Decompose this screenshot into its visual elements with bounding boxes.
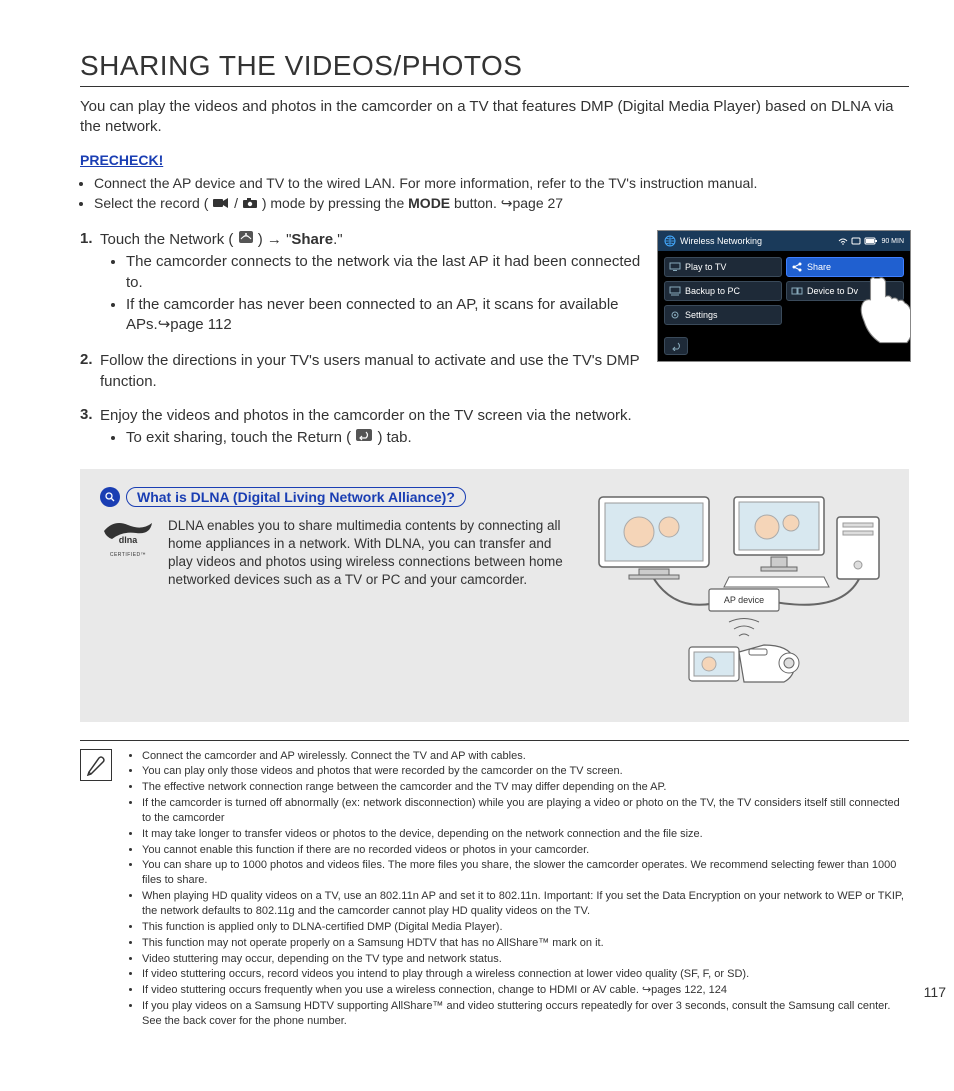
video-icon [212,195,230,214]
note-item: This function may not operate properly o… [142,936,909,951]
step-2: 2. Follow the directions in your TV's us… [80,351,645,392]
status-icons: 90 MIN [838,237,904,245]
dlna-description: DLNA enables you to share multimedia con… [168,517,569,590]
step-bullet: To exit sharing, touch the Return ( ) ta… [126,428,909,448]
menu-play-to-tv[interactable]: Play to TV [664,257,782,277]
back-button[interactable] [664,337,688,355]
note-item: The effective network connection range b… [142,780,909,795]
step-bullet: The camcorder connects to the network vi… [126,252,645,293]
text: To exit sharing, touch the Return ( [126,429,351,446]
note-item: If video stuttering occurs, record video… [142,967,909,982]
precheck-heading: PRECHECK! [80,152,909,168]
text: ) → " [258,231,292,248]
network-icon [238,230,254,250]
tv-icon [669,262,681,272]
text: button. [454,195,501,211]
pc-icon [669,286,681,296]
dlna-info-box: What is DLNA (Digital Living Network All… [80,469,909,722]
note-item: You cannot enable this function if there… [142,843,909,858]
notes-list: Connect the camcorder and AP wirelessly.… [126,749,909,1030]
step-number: 3. [80,406,100,451]
text: ." [333,231,343,248]
dlna-callout-title: What is DLNA (Digital Living Network All… [126,487,466,507]
text: ) tab. [377,429,411,446]
precheck-item: Connect the AP device and TV to the wire… [94,174,909,193]
share-icon [791,262,803,272]
screen-title: Wireless Networking [680,236,762,246]
step-1: 1. Touch the Network ( ) → "Share." The … [80,230,645,337]
text: ) mode by pressing the [262,195,408,211]
page-ref: page 27 [512,195,563,211]
page-number: 117 [924,984,946,1000]
intro-text: You can play the videos and photos in th… [80,97,909,138]
step-bullet: If the camcorder has never been connecte… [126,295,645,336]
magnifier-icon [100,487,120,507]
mode-label: MODE [408,195,450,211]
label: Settings [685,310,718,320]
precheck-item: Select the record ( / ) mode by pressing… [94,194,909,214]
page-title: SHARING THE VIDEOS/PHOTOS [80,50,909,82]
label: Play to TV [685,262,726,272]
note-item: When playing HD quality videos on a TV, … [142,889,909,919]
title-rule [80,86,909,87]
notes-section: Connect the camcorder and AP wirelessly.… [80,740,909,1030]
globe-icon [664,235,676,247]
battery-icon [864,237,878,245]
return-tab-icon [355,428,373,448]
precheck-list: Connect the AP device and TV to the wire… [80,174,909,215]
sd-icon [851,237,861,245]
return-icon [670,341,682,351]
note-item: If video stuttering occurs frequently wh… [142,983,909,998]
share-label: Share [291,231,333,248]
dlna-logo: dlna CERTIFIED™ [100,517,156,558]
note-item: This function is applied only to DLNA-ce… [142,920,909,935]
note-item: It may take longer to transfer videos or… [142,827,909,842]
screen-header: Wireless Networking 90 MIN [658,231,910,251]
note-item: If you play videos on a Samsung HDTV sup… [142,999,909,1029]
menu-share[interactable]: Share [786,257,904,277]
menu-backup[interactable]: Backup to PC [664,281,782,301]
note-item: Video stuttering may occur, depending on… [142,952,909,967]
step-3: 3. Enjoy the videos and photos in the ca… [80,406,909,451]
note-icon [80,749,112,781]
gear-icon [669,310,681,320]
note-item: If the camcorder is turned off abnormall… [142,796,909,826]
label: Device to Dv [807,286,858,296]
note-item: You can play only those videos and photo… [142,764,909,779]
menu-device[interactable]: Device to Dv [786,281,904,301]
text: Select the record ( [94,195,208,211]
camcorder-screen-thumbnail: Wireless Networking 90 MIN Play to TV Sh… [657,230,909,360]
label: Share [807,262,831,272]
note-item: Connect the camcorder and AP wirelessly.… [142,749,909,764]
network-illustration: AP device [589,487,889,702]
text: Touch the Network ( [100,231,233,248]
step-number: 2. [80,351,100,392]
camera-icon [242,195,258,214]
label: Backup to PC [685,286,740,296]
step-number: 1. [80,230,100,337]
menu-settings[interactable]: Settings [664,305,782,325]
page-ref: page 112 [170,316,231,333]
ap-device-label: AP device [724,595,764,605]
dlna-certified-label: CERTIFIED™ [100,552,156,558]
text: Enjoy the videos and photos in the camco… [100,407,632,424]
step-text: Follow the directions in your TV's users… [100,351,645,392]
time-remaining: 90 MIN [881,238,904,245]
device-icon [791,286,803,296]
note-item: You can share up to 1000 photos and vide… [142,858,909,888]
wifi-icon [838,237,848,245]
svg-text:dlna: dlna [119,535,138,545]
